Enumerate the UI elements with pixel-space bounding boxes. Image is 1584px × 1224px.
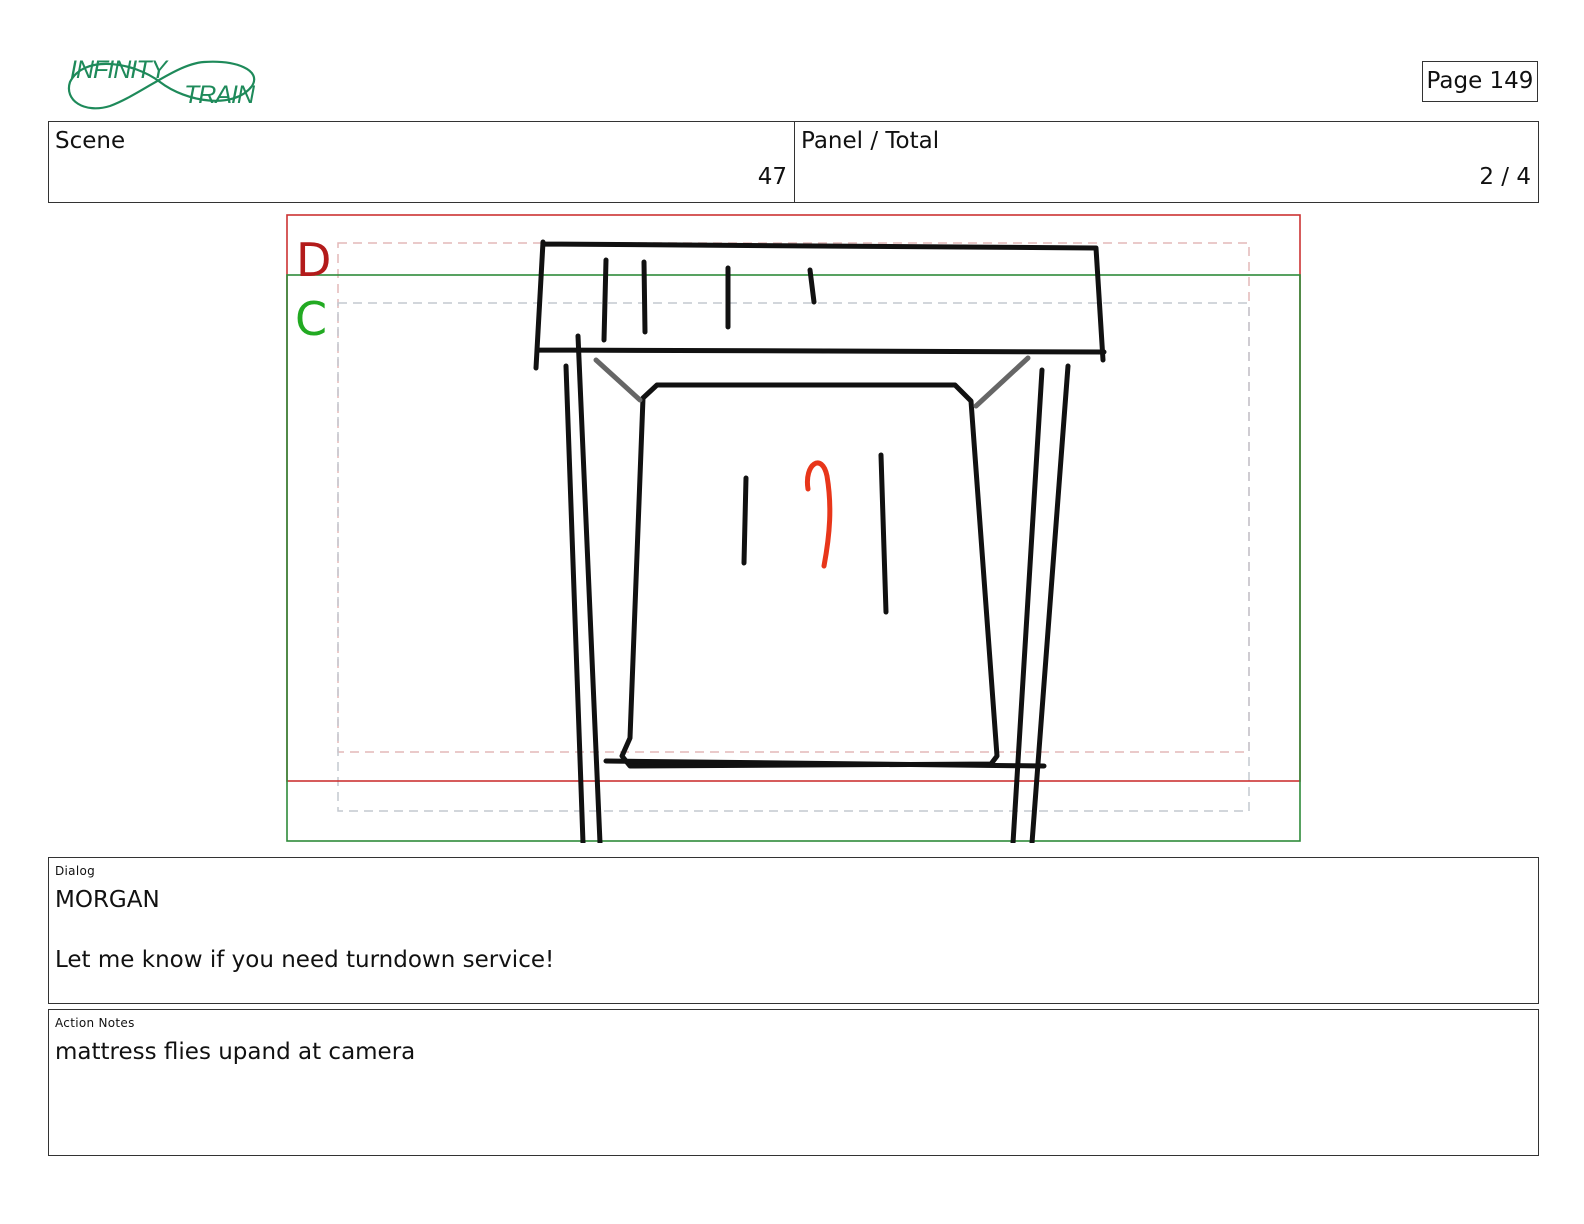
sketch-headboard — [533, 239, 1107, 371]
sketch-motion-lines — [741, 452, 889, 615]
sketch-mattress — [619, 382, 1000, 769]
logo-text-train: TRAIN — [184, 81, 256, 109]
scene-label: Scene — [55, 128, 126, 154]
storyboard-panel: D C — [286, 214, 1301, 843]
guide-label-d: D — [296, 233, 331, 287]
action-notes-label: Action Notes — [55, 1016, 135, 1030]
panel-value: 2 / 4 — [1479, 164, 1531, 190]
panel-cell: Panel / Total 2 / 4 — [795, 122, 1538, 202]
dialog-box: Dialog MORGAN Let me know if you need tu… — [48, 857, 1539, 1004]
safe-area-guide-c — [337, 302, 1250, 812]
sketch-post-left — [563, 333, 603, 843]
sketch-red-accent — [804, 460, 833, 569]
safe-area-guide-d — [337, 242, 1250, 753]
action-notes-box: Action Notes mattress flies upand at cam… — [48, 1009, 1539, 1156]
dialog-character: MORGAN — [55, 887, 160, 913]
action-notes-text: mattress flies upand at camera — [55, 1039, 416, 1065]
page-number: Page 149 — [1422, 61, 1538, 102]
infinity-train-logo: INFINITY TRAIN — [67, 56, 257, 110]
dialog-label: Dialog — [55, 864, 96, 878]
logo-text-infinity: INFINITY — [70, 56, 169, 84]
sketch-braces — [593, 355, 1031, 409]
panel-label: Panel / Total — [801, 128, 940, 154]
dialog-line: Let me know if you need turndown service… — [55, 947, 555, 973]
guide-label-c: C — [295, 292, 327, 346]
scene-value: 47 — [757, 164, 787, 190]
field-frame-c — [286, 274, 1301, 842]
sketch-drawing — [533, 239, 1107, 843]
field-frame-d — [286, 214, 1301, 782]
scene-cell: Scene 47 — [49, 122, 795, 202]
sketch-post-right — [1010, 363, 1071, 843]
scene-panel-header: Scene 47 Panel / Total 2 / 4 — [48, 121, 1539, 203]
sketch-headboard-marks — [601, 257, 817, 343]
